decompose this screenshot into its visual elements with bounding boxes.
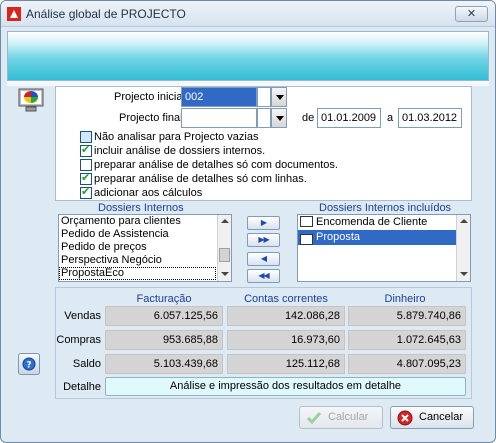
- incluidos-scrollbar[interactable]: [456, 215, 470, 281]
- list-item[interactable]: Pedido de preços: [59, 241, 231, 254]
- option-label-3: preparar análise de detalhes só com linh…: [94, 173, 307, 185]
- order-row-icon: [300, 216, 313, 227]
- detalhe-label: Detalhe: [63, 381, 101, 393]
- option-label-1: incluir análise de dossiers internos.: [94, 145, 266, 157]
- internos-scrollbar[interactable]: [217, 215, 231, 281]
- dialog-window: Análise global de PROJECTO ✕ ? Projecto …: [0, 0, 496, 443]
- option-label-0: Não analisar para Projecto vazias: [94, 131, 259, 143]
- option-label-2: preparar análise de detalhes só com docu…: [94, 159, 338, 171]
- de-label: de: [302, 112, 315, 124]
- help-icon: ?: [22, 357, 36, 371]
- cell-compras-facturacao: 953.685,88: [105, 330, 223, 350]
- cell-compras-contas: 16.973,60: [227, 330, 345, 350]
- option-checkbox-3[interactable]: [80, 171, 92, 185]
- sort-updown-icon: ⇕: [300, 234, 313, 245]
- option-label-4: adicionar aos cálculos: [94, 187, 203, 199]
- col-header-dinheiro: Dinheiro: [384, 293, 426, 305]
- check-icon: [306, 412, 322, 425]
- scroll-down-icon[interactable]: [460, 272, 468, 276]
- a-label: a: [387, 112, 394, 124]
- projecto-inicial-spacer: [257, 87, 271, 107]
- dossiers-internos-header: Dossiers Internos: [98, 202, 184, 214]
- cell-vendas-dinheiro: 5.879.740,86: [348, 306, 466, 326]
- option-checkbox-0[interactable]: [80, 131, 92, 143]
- cell-vendas-contas: 142.086,28: [227, 306, 345, 326]
- projecto-inicial-label: Projecto inicial: [114, 91, 185, 103]
- list-item[interactable]: Pedido de Assistencia: [59, 228, 231, 241]
- dossiers-incluidos-header: Dossiers Internos incluídos: [319, 202, 452, 214]
- close-button[interactable]: ✕: [455, 6, 488, 22]
- row-label-saldo: Saldo: [72, 358, 101, 370]
- list-item[interactable]: PropostaEco: [59, 267, 216, 280]
- dossiers-incluidos-list[interactable]: Encomenda de Cliente ⇕ Proposta: [297, 214, 471, 282]
- projecto-final-label: Projecto final: [119, 112, 183, 124]
- cell-compras-dinheiro: 1.072.645,63: [348, 330, 466, 350]
- detalhe-button[interactable]: Análise e impressão dos resultados em de…: [105, 377, 466, 396]
- cancel-icon: [397, 410, 413, 426]
- row-label-compras: Compras: [56, 334, 101, 346]
- date-from-input[interactable]: 01.01.2009: [317, 108, 381, 128]
- list-item[interactable]: Orçamento para clientes: [59, 215, 231, 228]
- option-checkbox-4[interactable]: [80, 185, 92, 199]
- add-all-button[interactable]: ▶▶: [247, 233, 280, 247]
- projecto-final-dropdown[interactable]: [271, 108, 287, 128]
- list-item[interactable]: Encomenda de Cliente: [298, 215, 470, 230]
- list-item-selected[interactable]: ⇕ Proposta: [298, 230, 456, 245]
- projecto-final-spacer: [257, 108, 271, 128]
- title-bar: Análise global de PROJECTO ✕: [1, 1, 495, 27]
- projecto-final-input[interactable]: [181, 108, 257, 128]
- add-one-button[interactable]: ▶: [247, 216, 280, 230]
- cancelar-button[interactable]: Cancelar: [390, 406, 474, 429]
- scroll-up-icon[interactable]: [460, 219, 468, 223]
- option-checkbox-2[interactable]: [80, 159, 92, 171]
- row-label-vendas: Vendas: [64, 310, 101, 322]
- scroll-up-icon[interactable]: [221, 219, 229, 223]
- remove-one-button[interactable]: ◀: [247, 252, 280, 266]
- projecto-inicial-dropdown[interactable]: [271, 87, 287, 107]
- scroll-thumb[interactable]: [219, 248, 230, 262]
- col-header-facturacao: Facturação: [136, 293, 192, 305]
- app-logo-icon: [7, 7, 21, 21]
- monitor-chart-icon: [18, 88, 44, 112]
- col-header-contas: Contas correntes: [244, 293, 328, 305]
- dossiers-internos-list[interactable]: Orçamento para clientes Pedido de Assist…: [58, 214, 232, 282]
- cell-saldo-contas: 125.112,68: [227, 354, 345, 374]
- window-title: Análise global de PROJECTO: [26, 7, 186, 21]
- svg-text:?: ?: [26, 361, 31, 371]
- header-banner: [7, 31, 489, 81]
- cell-saldo-dinheiro: 4.807.095,23: [348, 354, 466, 374]
- calcular-button[interactable]: Calcular: [299, 406, 383, 429]
- projecto-inicial-input[interactable]: 002: [181, 87, 257, 107]
- cell-vendas-facturacao: 6.057.125,56: [105, 306, 223, 326]
- option-checkbox-1[interactable]: [80, 143, 92, 157]
- remove-all-button[interactable]: ◀◀: [247, 269, 280, 283]
- cell-saldo-facturacao: 5.103.439,68: [105, 354, 223, 374]
- side-bar: [7, 86, 51, 394]
- date-to-input[interactable]: 01.03.2012: [398, 108, 462, 128]
- scroll-down-icon[interactable]: [221, 272, 229, 276]
- list-item[interactable]: Perspectiva Negócio: [59, 254, 231, 267]
- help-button[interactable]: ?: [18, 353, 40, 375]
